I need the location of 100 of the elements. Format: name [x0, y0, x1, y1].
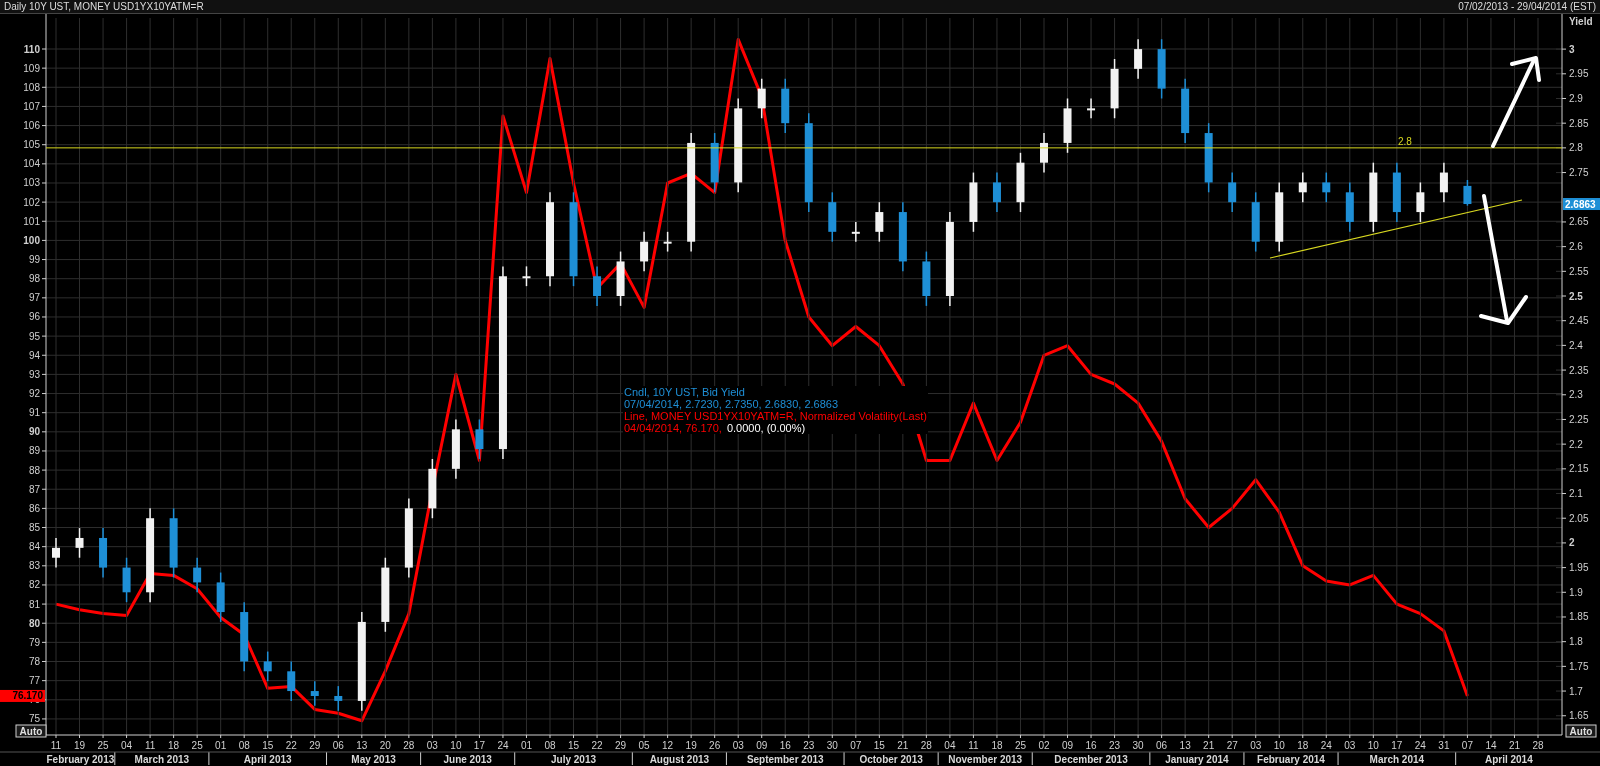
candle	[663, 231, 672, 253]
y-axis-label: 75	[28, 713, 40, 725]
candle	[616, 250, 625, 307]
y-axis-label: 95	[28, 330, 40, 342]
y-axis-label: 105	[23, 139, 40, 151]
candle	[593, 265, 602, 307]
candle	[169, 507, 178, 579]
month-label: July 2013	[551, 754, 597, 765]
date-label: 28	[1532, 740, 1544, 751]
date-label: 24	[1320, 740, 1332, 751]
y-axis-label: 97	[28, 292, 40, 304]
date-label: 01	[520, 740, 533, 751]
date-label: 27	[1226, 740, 1238, 751]
month-label: April 2014	[1484, 754, 1533, 765]
y-axis-label: 85	[28, 522, 40, 533]
candle	[851, 221, 860, 243]
candle	[1392, 161, 1401, 223]
y-axis-label: 101	[23, 215, 40, 227]
candle	[1134, 38, 1143, 80]
date-label: 18	[1297, 740, 1309, 751]
month-label: March 2013	[134, 754, 190, 765]
date-label: 15	[873, 740, 885, 751]
yield-axis-label: 2.25	[1569, 413, 1589, 425]
candle	[1063, 97, 1072, 154]
date-label: 30	[826, 740, 838, 751]
candle	[640, 231, 649, 273]
date-label: 15	[262, 740, 274, 751]
y-axis-label: 80	[28, 617, 40, 629]
date-label: 23	[803, 740, 815, 751]
candle	[1181, 78, 1190, 144]
y-axis-label: 86	[28, 502, 40, 514]
yield-axis-label: 2.35	[1569, 364, 1589, 376]
date-label: 17	[473, 740, 485, 751]
date-label: 03	[1344, 740, 1356, 751]
date-label: 11	[968, 740, 979, 751]
yield-axis-label: 2.6	[1569, 241, 1583, 253]
date-label: 15	[567, 740, 580, 751]
y-axis-label: 103	[23, 177, 40, 189]
candle	[334, 685, 343, 712]
date-label: 11	[144, 740, 156, 751]
y-axis-label: 106	[23, 120, 40, 132]
date-label: 07	[1461, 740, 1473, 751]
candle	[757, 78, 766, 119]
candle	[898, 201, 907, 273]
date-label: 21	[1203, 740, 1215, 751]
candle	[1157, 38, 1166, 100]
date-label: 19	[73, 740, 86, 751]
y-axis-label: 108	[23, 81, 40, 93]
candle	[1275, 181, 1284, 253]
y-axis-label: 110	[23, 43, 40, 55]
yield-axis-label: 2.95	[1569, 68, 1589, 80]
y-axis-label: 79	[28, 636, 40, 648]
yield-axis-label: 2.45	[1569, 315, 1589, 327]
date-label: 13	[356, 740, 368, 751]
y-axis-label: 83	[28, 560, 40, 572]
y-axis-label: 84	[28, 541, 40, 553]
yield-axis-label: 1.75	[1569, 660, 1589, 672]
y-axis-label: 90	[28, 426, 40, 438]
month-label: June 2013	[443, 754, 492, 765]
candle	[1322, 171, 1331, 203]
candle	[781, 78, 790, 134]
date-label: 18	[168, 740, 180, 751]
month-label: February 2013	[46, 754, 115, 765]
date-label: 03	[1250, 740, 1262, 751]
candle	[1416, 181, 1425, 223]
month-label: September 2013	[746, 754, 824, 765]
candle	[75, 527, 84, 559]
candle	[193, 557, 202, 594]
month-label: January 2014	[1165, 754, 1229, 765]
yield-axis-label: 2	[1569, 537, 1575, 549]
yield-axis-label: 1.95	[1569, 562, 1589, 574]
auto-button[interactable]: Auto	[1565, 724, 1597, 738]
date-label: 20	[379, 740, 391, 751]
date-label: 28	[920, 740, 932, 751]
candle	[122, 557, 131, 603]
date-label: 10	[1273, 740, 1285, 751]
candle	[1251, 191, 1260, 253]
y-axis-label: 107	[23, 100, 40, 112]
candle	[1110, 58, 1119, 119]
y-axis-label: 87	[28, 483, 40, 495]
candle	[992, 171, 1001, 213]
date-label: 25	[191, 740, 203, 751]
candle	[828, 191, 837, 243]
yield-axis-label: 2.8	[1569, 142, 1583, 154]
date-label: 08	[544, 740, 556, 751]
y-axis-label: 77	[28, 675, 40, 687]
candle	[969, 171, 978, 233]
yield-axis-label: 2.3	[1569, 389, 1583, 401]
month-label: November 2013	[948, 754, 1023, 765]
candle	[1345, 181, 1354, 233]
yield-axis-label: 2.9	[1569, 93, 1583, 104]
auto-button[interactable]: Auto	[15, 724, 47, 738]
date-label: 06	[1156, 740, 1168, 751]
date-label: 25	[1014, 740, 1027, 751]
month-label: March 2014	[1369, 754, 1425, 765]
month-label: October 2013	[859, 754, 923, 765]
candle	[451, 418, 460, 480]
date-label: 13	[1179, 740, 1191, 751]
date-label: 11	[50, 740, 62, 751]
date-label: 05	[638, 740, 650, 751]
